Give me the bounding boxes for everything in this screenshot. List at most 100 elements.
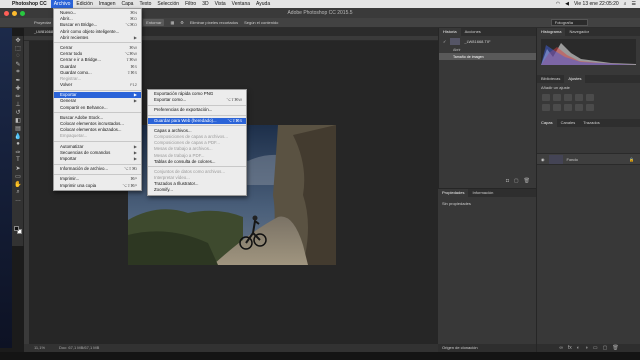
trash-icon[interactable]: 🗑 [524,178,530,184]
menu-item-exportar-como[interactable]: Exportar como... ⌥⇧⌘W [148,97,246,103]
quick-select-tool-icon[interactable]: ✎ [12,60,24,68]
link-icon[interactable]: ∞ [559,345,563,351]
tab-historia[interactable]: Historia [439,28,461,36]
menu-imagen[interactable]: Imagen [96,0,119,8]
blur-tool-icon[interactable]: 💧 [12,132,24,140]
history-actions: ◘ ▢ 🗑 [506,178,530,184]
menu-seleccion[interactable]: Selección [154,0,182,8]
eraser-tool-icon[interactable]: ◧ [12,116,24,124]
tab-canales[interactable]: Canales [557,119,580,127]
eyedropper-tool-icon[interactable]: ✒ [12,76,24,84]
menu-item-tablas-de-consulta-de-colores[interactable]: Tablas de consulta de colores... [148,159,246,165]
tab-propiedades[interactable]: Propiedades [438,189,469,197]
tab-bibliotecas[interactable]: Bibliotecas [537,75,564,83]
crop-tool-icon[interactable]: ⌗ [12,68,24,76]
new-layer-icon[interactable]: ▢ [603,345,608,351]
settings-icon[interactable]: ⚙ [180,20,184,25]
folder-icon[interactable]: ▭ [593,345,598,351]
path-select-tool-icon[interactable]: ➤ [12,164,24,172]
type-tool-icon[interactable]: T [12,156,24,164]
menu-vista[interactable]: Vista [212,0,229,8]
levels-icon[interactable] [553,94,561,101]
clock[interactable]: Vie 13 ene 22:05:20 [574,1,619,7]
menu-filtro[interactable]: Filtro [182,0,199,8]
menu-capa[interactable]: Capa [119,0,137,8]
menu-item-compartir-en-behance[interactable]: Compartir en Behance... [54,105,141,111]
minimize-window-button[interactable] [12,11,17,16]
tab-histograma[interactable]: Histograma [537,28,566,36]
layer-row[interactable]: ◉ Fondo 🔒 [537,153,640,165]
photo-filter-icon[interactable] [575,104,583,111]
exposure-icon[interactable] [575,94,583,101]
tab-trazados[interactable]: Trazados [579,119,604,127]
menu-item-importar[interactable]: Importar ▶ [54,156,141,162]
more-tools-icon[interactable]: … [12,196,24,204]
brightness-icon[interactable] [542,94,550,101]
history-step-tamano[interactable]: Tamaño de imagen [439,53,536,60]
crop-mode-label[interactable]: Proyectar [34,20,51,25]
tab-navegador[interactable]: Navegador [565,28,593,36]
healing-tool-icon[interactable]: ✚ [12,84,24,92]
camera-icon[interactable]: ◘ [506,178,509,184]
volume-icon[interactable]: ◀ [565,1,569,7]
workspace-select[interactable]: Fotografía [550,19,588,26]
notification-icon[interactable]: ☰ [632,1,636,7]
shape-tool-icon[interactable]: ▭ [12,172,24,180]
grid-icon[interactable]: ▦ [170,20,174,25]
menu-ventana[interactable]: Ventana [229,0,253,8]
brush-tool-icon[interactable]: ✏ [12,92,24,100]
menu-item-zoomify[interactable]: Zoomify... [148,187,246,193]
history-step-abrir[interactable]: Abrir [439,46,536,53]
dodge-tool-icon[interactable]: ● [12,140,24,148]
color-balance-icon[interactable] [553,104,561,111]
menu-archivo[interactable]: Archivo [50,0,74,8]
new-doc-icon[interactable]: ▢ [514,178,519,184]
black-white-icon[interactable] [564,104,572,111]
menu-item-preferencias-de-exportacion[interactable]: Preferencias de exportación... [148,107,246,113]
menu-item-imprimir-una-copia[interactable]: Imprimir una copia ⌥⇧⌘P [54,183,141,189]
tab-acciones[interactable]: Acciones [461,28,485,36]
eye-icon[interactable]: ◉ [541,157,545,162]
menu-3d[interactable]: 3D [199,0,211,8]
wifi-icon[interactable]: ◠ [556,1,560,7]
mask-icon[interactable]: ◐ [577,345,580,351]
zoom-window-button[interactable] [20,11,25,16]
content-aware-checkbox[interactable]: Según el contenido [244,20,278,25]
search-icon[interactable]: ⌕ [624,1,627,7]
tab-capas[interactable]: Capas [537,119,557,127]
doc-info[interactable]: Doc: 67,1 MB/67,1 MB [59,344,99,352]
clone-stamp-tool-icon[interactable]: ⊥ [12,100,24,108]
delete-layer-icon[interactable]: 🗑 [612,345,618,351]
channel-mixer-icon[interactable] [586,104,594,111]
menu-item-volver[interactable]: Volver F12 [54,82,141,88]
menu-edicion[interactable]: Edición [73,0,95,8]
hue-saturation-icon[interactable] [542,104,550,111]
history-brush-tool-icon[interactable]: ↺ [12,108,24,116]
pen-tool-icon[interactable]: ✑ [12,148,24,156]
tab-informacion[interactable]: Información [468,189,497,197]
gradient-tool-icon[interactable]: ▤ [12,124,24,132]
zoom-tool-icon[interactable]: ⌕ [12,188,24,196]
lasso-tool-icon[interactable]: ◌ [12,52,24,60]
hand-tool-icon[interactable]: ✋ [12,180,24,188]
adjustment-icon[interactable]: ◑ [585,345,588,351]
close-window-button[interactable] [4,11,9,16]
menu-item-abrir-recientes[interactable]: Abrir recientes ▶ [54,35,141,41]
foreground-color-swatch[interactable] [14,226,19,231]
history-snapshot[interactable]: ✓ _LW81668.TIF [439,36,536,46]
straighten-button[interactable]: Entornar [143,19,165,26]
delete-cropped-checkbox[interactable]: Eliminar píxeles recortados [190,20,238,25]
menu-item-guardar-para-web-heredado[interactable]: Guardar para Web (heredado)... ⌥⇧⌘S [148,117,246,124]
fx-icon[interactable]: fx [568,345,572,351]
tab-ajustes[interactable]: Ajustes [564,75,586,83]
vibrance-icon[interactable] [586,94,594,101]
clone-source-panel-tab[interactable]: Origen de clonación [438,344,536,352]
curves-icon[interactable] [564,94,572,101]
app-name-menu[interactable]: Photoshop CC [12,1,47,7]
zoom-level[interactable]: 11,1% [34,344,45,352]
move-tool-icon[interactable]: ✥ [12,36,24,44]
menu-item-informacion-de-archivo[interactable]: Información de archivo... ⌥⇧⌘I [54,166,141,172]
menu-texto[interactable]: Texto [136,0,154,8]
marquee-tool-icon[interactable]: ⬚ [12,44,24,52]
menu-ayuda[interactable]: Ayuda [253,0,273,8]
